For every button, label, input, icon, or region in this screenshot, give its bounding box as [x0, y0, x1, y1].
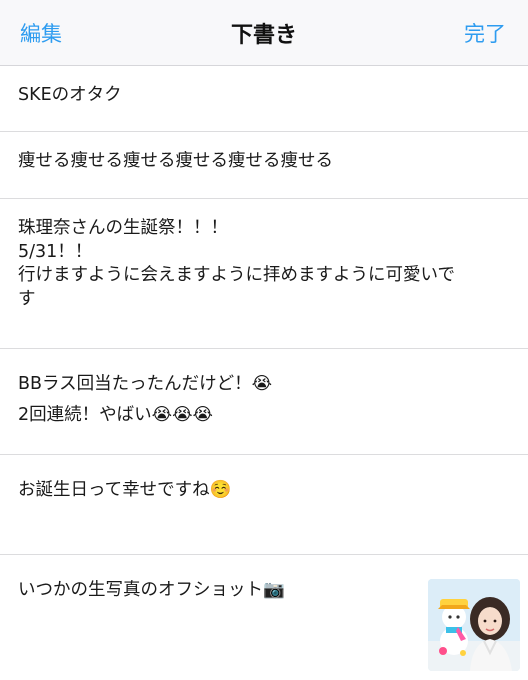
draft-text: SKEのオタク — [18, 84, 508, 107]
navigation-bar: 編集 下書き 完了 — [0, 0, 528, 66]
draft-line: SKEのオタク — [18, 85, 122, 105]
draft-item[interactable]: 珠理奈さんの生誕祭！！！ 5/31！！ 行けますように会えますように拝めますよう… — [0, 199, 528, 349]
draft-item[interactable]: BBラス回当たったんだけど！😭 2回連続！やばい😭😭😭 — [0, 349, 528, 455]
draft-line: いつかの生写真のオフショット📷 — [18, 580, 285, 600]
draft-text: いつかの生写真のオフショット📷 — [18, 579, 408, 602]
draft-text: 珠理奈さんの生誕祭！！！ 5/31！！ 行けますように会えますように拝めますよう… — [18, 217, 508, 311]
draft-line: BBラス回当たったんだけど！😭 — [18, 374, 273, 394]
draft-text: BBラス回当たったんだけど！😭 2回連続！やばい😭😭😭 — [18, 369, 508, 431]
draft-text: お誕生日って幸せですね☺️ — [18, 479, 508, 502]
page-title: 下書き — [230, 23, 297, 48]
draft-line: 痩せる痩せる痩せる痩せる痩せる痩せる — [18, 151, 333, 171]
photo-thumbnail[interactable] — [428, 579, 520, 671]
draft-text: 痩せる痩せる痩せる痩せる痩せる痩せる — [18, 150, 508, 173]
draft-item[interactable]: お誕生日って幸せですね☺️ — [0, 455, 528, 555]
draft-line: お誕生日って幸せですね☺️ — [18, 480, 232, 500]
draft-item[interactable]: いつかの生写真のオフショット📷 — [0, 555, 528, 680]
draft-line: 5/31！！ — [18, 241, 93, 262]
draft-line: す — [18, 288, 36, 309]
draft-line: 行けますように会えますように拝めますように可愛いで — [18, 265, 455, 285]
draft-line: 2回連続！やばい😭😭😭 — [18, 405, 213, 425]
draft-item[interactable]: SKEのオタク — [0, 66, 528, 132]
draft-line: 珠理奈さんの生誕祭！！！ — [18, 218, 228, 238]
draft-item[interactable]: 痩せる痩せる痩せる痩せる痩せる痩せる — [0, 132, 528, 199]
photo-image — [428, 579, 520, 671]
done-button[interactable]: 完了 — [464, 18, 506, 48]
